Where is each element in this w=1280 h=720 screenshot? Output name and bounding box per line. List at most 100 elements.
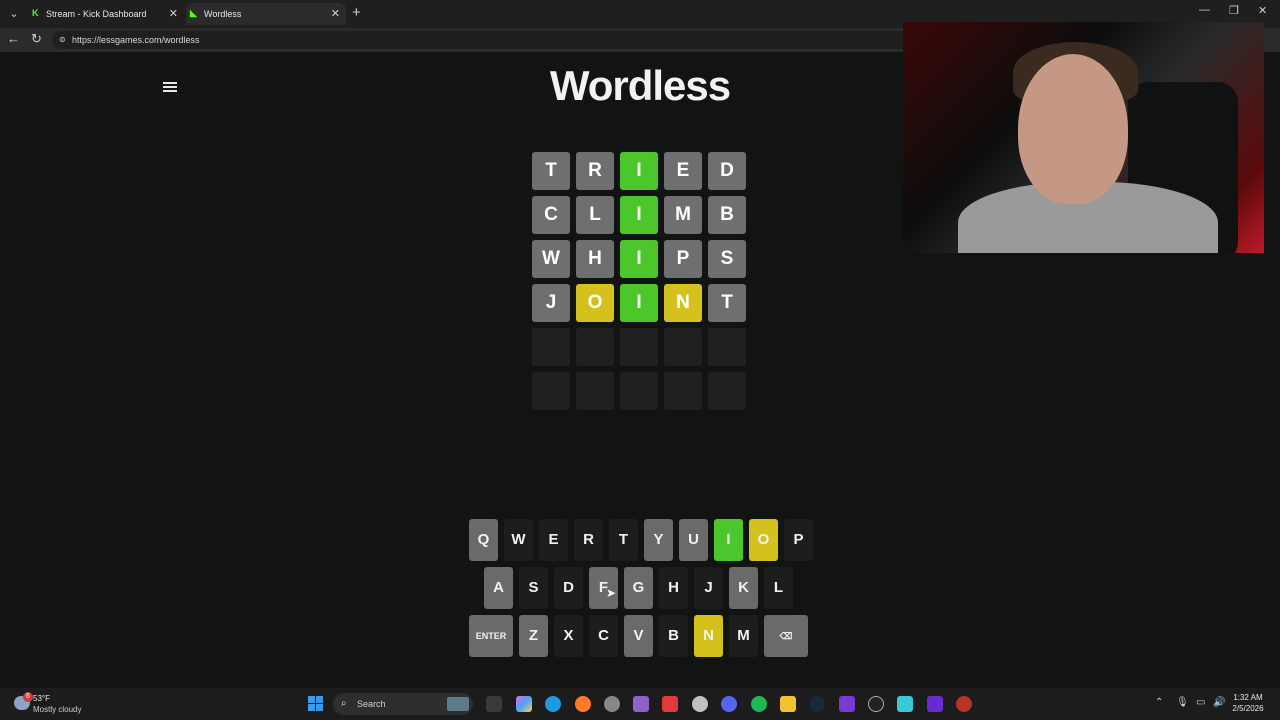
- app-icon-3[interactable]: [662, 696, 678, 712]
- board-tile: [664, 328, 702, 366]
- key-j[interactable]: J: [694, 567, 723, 609]
- app-icon-2[interactable]: [633, 696, 649, 712]
- board-tile: W: [532, 240, 570, 278]
- key-p[interactable]: P: [784, 519, 813, 561]
- board-tile: [532, 372, 570, 410]
- key-b[interactable]: B: [659, 615, 688, 657]
- wordless-favicon-icon: ◣: [190, 8, 197, 18]
- key-c[interactable]: C: [589, 615, 618, 657]
- board-tile: D: [708, 152, 746, 190]
- board-tile: B: [708, 196, 746, 234]
- app-icon-4[interactable]: [839, 696, 855, 712]
- board-tile: T: [708, 284, 746, 322]
- key-i[interactable]: I: [714, 519, 743, 561]
- kick-favicon-icon: K: [32, 8, 39, 18]
- restore-icon[interactable]: ❐: [1229, 4, 1239, 17]
- close-window-icon[interactable]: ✕: [1258, 4, 1267, 17]
- board-tile: J: [532, 284, 570, 322]
- key-x[interactable]: X: [554, 615, 583, 657]
- tab-kick-dashboard[interactable]: K Stream - Kick Dashboard ✕: [28, 3, 184, 25]
- key-v[interactable]: V: [624, 615, 653, 657]
- task-view-icon[interactable]: [486, 696, 502, 712]
- weather-condition: Mostly cloudy: [33, 705, 82, 714]
- search-label: Search: [357, 699, 386, 709]
- close-tab-icon[interactable]: ✕: [331, 3, 340, 25]
- network-icon[interactable]: ▭: [1196, 697, 1205, 708]
- windows-start-icon[interactable]: [308, 696, 324, 712]
- board-tile: M: [664, 196, 702, 234]
- key-a[interactable]: A: [484, 567, 513, 609]
- close-tab-icon[interactable]: ✕: [169, 3, 178, 25]
- app-icon-5[interactable]: [897, 696, 913, 712]
- key-l[interactable]: L: [764, 567, 793, 609]
- obs-icon[interactable]: [868, 696, 884, 712]
- key-z[interactable]: Z: [519, 615, 548, 657]
- clock-time: 1:32 AM: [1233, 693, 1263, 702]
- webcam-overlay: [903, 22, 1264, 253]
- key-t[interactable]: T: [609, 519, 638, 561]
- key-n[interactable]: N: [694, 615, 723, 657]
- tray-chevron-icon[interactable]: ⌃: [1155, 697, 1163, 708]
- clock-date: 2/5/2026: [1232, 704, 1264, 713]
- backspace-icon[interactable]: ⌫: [764, 615, 808, 657]
- search-highlight-art: [447, 697, 469, 711]
- board-tile: [708, 372, 746, 410]
- key-enter[interactable]: ENTER: [469, 615, 513, 657]
- board-tile: C: [532, 196, 570, 234]
- volume-icon[interactable]: 🔊: [1213, 697, 1225, 708]
- game-board: TRIEDCLIMBWHIPSJOINT: [532, 152, 752, 416]
- copilot-icon[interactable]: [516, 696, 532, 712]
- key-u[interactable]: U: [679, 519, 708, 561]
- steam-icon[interactable]: [809, 696, 825, 712]
- minimize-icon[interactable]: —: [1199, 4, 1210, 16]
- url-text: https://lessgames.com/wordless: [72, 35, 200, 45]
- key-y[interactable]: Y: [644, 519, 673, 561]
- board-tile: P: [664, 240, 702, 278]
- taskbar-search[interactable]: ⌕ Search: [333, 693, 473, 715]
- music-icon[interactable]: [692, 696, 708, 712]
- board-tile: [620, 328, 658, 366]
- clock[interactable]: 1:32 AM 2/5/2026: [1226, 692, 1270, 714]
- edge-icon[interactable]: [545, 696, 561, 712]
- new-tab-button[interactable]: +: [352, 4, 361, 22]
- site-info-icon[interactable]: ⊜: [59, 31, 66, 49]
- fx-icon[interactable]: [927, 696, 943, 712]
- key-o[interactable]: O: [749, 519, 778, 561]
- url-field[interactable]: ⊜ https://lessgames.com/wordless: [52, 31, 922, 49]
- weather-widget[interactable]: 6 53°F Mostly cloudy: [10, 692, 100, 716]
- board-tile: I: [620, 196, 658, 234]
- spotify-icon[interactable]: [751, 696, 767, 712]
- board-tile: I: [620, 152, 658, 190]
- key-e[interactable]: E: [539, 519, 568, 561]
- search-icon: ⌕: [341, 698, 347, 709]
- board-tile: I: [620, 240, 658, 278]
- board-tile: I: [620, 284, 658, 322]
- key-h[interactable]: H: [659, 567, 688, 609]
- tab-wordless[interactable]: ◣ Wordless ✕: [186, 3, 346, 25]
- firefox-icon[interactable]: [575, 696, 591, 712]
- board-tile: [576, 328, 614, 366]
- back-icon[interactable]: ←: [7, 31, 20, 46]
- key-r[interactable]: R: [574, 519, 603, 561]
- board-row: WHIPS: [532, 240, 752, 278]
- app-icon[interactable]: [604, 696, 620, 712]
- key-s[interactable]: S: [519, 567, 548, 609]
- app-icon-6[interactable]: [956, 696, 972, 712]
- file-explorer-icon[interactable]: [780, 696, 796, 712]
- key-m[interactable]: M: [729, 615, 758, 657]
- notification-badge: 6: [23, 692, 33, 702]
- key-k[interactable]: K: [729, 567, 758, 609]
- tab-list-chevron-icon[interactable]: ⌄: [4, 4, 24, 24]
- board-tile: [576, 372, 614, 410]
- key-g[interactable]: G: [624, 567, 653, 609]
- key-d[interactable]: D: [554, 567, 583, 609]
- reload-icon[interactable]: ↻: [31, 31, 42, 47]
- board-tile: R: [576, 152, 614, 190]
- microphone-icon[interactable]: 🎙: [1176, 697, 1189, 708]
- board-row: TRIED: [532, 152, 752, 190]
- key-q[interactable]: Q: [469, 519, 498, 561]
- streamer-face: [1018, 54, 1128, 204]
- discord-icon[interactable]: [721, 696, 737, 712]
- key-w[interactable]: W: [504, 519, 533, 561]
- mouse-cursor-icon: ➤: [606, 586, 617, 600]
